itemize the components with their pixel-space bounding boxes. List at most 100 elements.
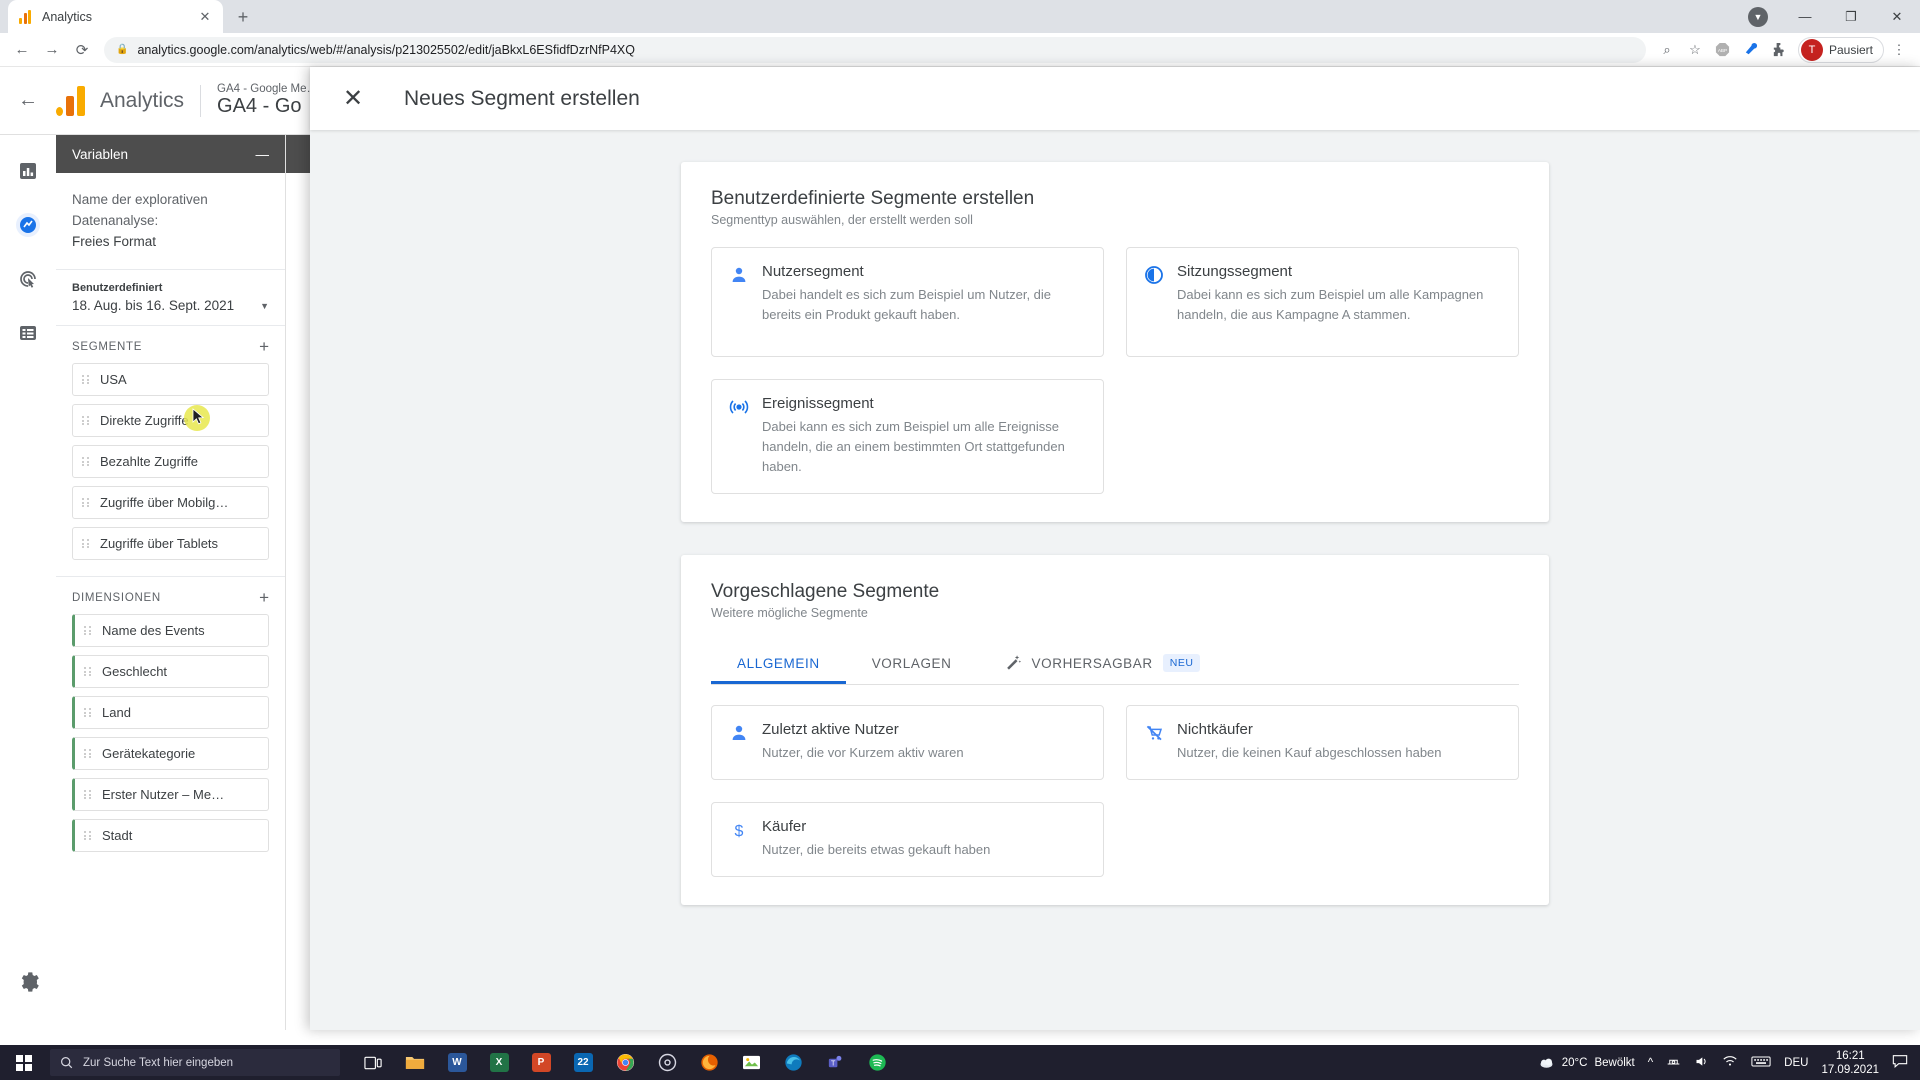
- drag-handle-icon[interactable]: [84, 790, 93, 799]
- icon-rail: [0, 135, 56, 1030]
- drag-handle-icon[interactable]: [82, 539, 91, 548]
- dimension-chip[interactable]: Gerätekategorie: [72, 737, 269, 770]
- notification-icon[interactable]: [1892, 1054, 1908, 1071]
- excel-icon[interactable]: X: [480, 1046, 518, 1079]
- window-close-button[interactable]: ✕: [1874, 0, 1920, 33]
- disc-icon[interactable]: [648, 1046, 686, 1079]
- address-bar-url: analytics.google.com/analytics/web/#/ana…: [137, 42, 635, 57]
- tab-vorlagen[interactable]: VORLAGEN: [846, 642, 978, 684]
- mail-icon[interactable]: 22: [564, 1046, 602, 1079]
- teams-icon[interactable]: T: [816, 1046, 854, 1079]
- new-tab-button[interactable]: +: [229, 3, 257, 31]
- segment-chip[interactable]: Zugriffe über Mobilg…: [72, 486, 269, 519]
- browser-menu-icon[interactable]: ⋮: [1886, 37, 1912, 63]
- segment-type-tile[interactable]: Zuletzt aktive Nutzer Nutzer, die vor Kur…: [711, 705, 1104, 780]
- app-back-button[interactable]: ←: [0, 89, 56, 112]
- keyboard-icon[interactable]: [1751, 1055, 1771, 1071]
- powerpoint-icon[interactable]: P: [522, 1046, 560, 1079]
- back-button[interactable]: ←: [8, 36, 36, 64]
- dimension-chip[interactable]: Name des Events: [72, 614, 269, 647]
- bookmark-star-icon[interactable]: ☆: [1682, 37, 1708, 63]
- word-icon[interactable]: W: [438, 1046, 476, 1079]
- drag-handle-icon[interactable]: [84, 749, 93, 758]
- chevron-up-icon[interactable]: ^: [1648, 1057, 1653, 1069]
- network-icon[interactable]: [1722, 1054, 1738, 1071]
- tab-vorhersagbar[interactable]: VORHERSAGBAR NEU: [978, 642, 1227, 684]
- tab-close-icon[interactable]: ✕: [197, 9, 213, 25]
- dimension-chip[interactable]: Erster Nutzer – Me…: [72, 778, 269, 811]
- variables-collapse-button[interactable]: —: [256, 147, 270, 162]
- segment-chip[interactable]: Direkte Zugriffe: [72, 404, 269, 437]
- dimension-chip[interactable]: Stadt: [72, 819, 269, 852]
- forward-button[interactable]: →: [38, 36, 66, 64]
- custom-segments-subtitle: Segmenttyp auswählen, der erstellt werde…: [711, 213, 973, 227]
- window-minimize-button[interactable]: —: [1782, 0, 1828, 33]
- file-explorer-icon[interactable]: [396, 1046, 434, 1079]
- add-segment-button[interactable]: +: [259, 338, 269, 355]
- tile-title: Sitzungssegment: [1177, 263, 1293, 280]
- drag-handle-icon[interactable]: [82, 416, 91, 425]
- lock-icon: 🔒: [116, 44, 129, 55]
- date-range-selector[interactable]: Benutzerdefiniert 18. Aug. bis 16. Sept.…: [56, 270, 285, 326]
- chrome-icon[interactable]: [606, 1046, 644, 1079]
- clock-date: 17.09.2021: [1821, 1063, 1879, 1076]
- window-maximize-button[interactable]: ❐: [1828, 0, 1874, 33]
- segment-type-tile[interactable]: Nutzersegment Dabei handelt es sich zum B…: [711, 247, 1104, 357]
- drag-handle-icon[interactable]: [84, 626, 93, 635]
- modal-content[interactable]: Benutzerdefinierte Segmente erstellen Se…: [310, 130, 1920, 1030]
- spotify-icon[interactable]: [858, 1046, 896, 1079]
- modal-title: Neues Segment erstellen: [404, 86, 640, 110]
- photos-icon[interactable]: [732, 1046, 770, 1079]
- address-bar[interactable]: 🔒 analytics.google.com/analytics/web/#/a…: [104, 36, 1646, 63]
- drag-handle-icon[interactable]: [84, 831, 93, 840]
- analysis-name-block[interactable]: Name der explorativen Datenanalyse: Frei…: [56, 173, 285, 270]
- add-dimension-button[interactable]: +: [259, 589, 269, 606]
- start-icon[interactable]: [0, 1045, 48, 1080]
- language-indicator[interactable]: DEU: [1784, 1057, 1808, 1069]
- segment-type-tile[interactable]: Ereignissegment Dabei kann es sich zum Be…: [711, 379, 1104, 494]
- drag-handle-icon[interactable]: [82, 457, 91, 466]
- segment-type-tile[interactable]: Nichtkäufer Nutzer, die keinen Kauf abges…: [1126, 705, 1519, 780]
- admin-gear-icon[interactable]: [14, 968, 42, 996]
- tile-description: Nutzer, die bereits etwas gekauft haben: [762, 842, 991, 857]
- zoom-icon[interactable]: ⌕: [1654, 37, 1680, 63]
- reports-icon[interactable]: [14, 157, 42, 185]
- onedrive-icon[interactable]: [1666, 1054, 1681, 1072]
- segment-chip[interactable]: Bezahlte Zugriffe: [72, 445, 269, 478]
- extensions-puzzle-icon[interactable]: [1766, 37, 1792, 63]
- dimension-chip[interactable]: Land: [72, 696, 269, 729]
- segment-chip[interactable]: Zugriffe über Tablets: [72, 527, 269, 560]
- close-icon[interactable]: ✕: [340, 86, 366, 111]
- taskbar-search-input[interactable]: Zur Suche Text hier eingeben: [50, 1049, 340, 1076]
- firefox-icon[interactable]: [690, 1046, 728, 1079]
- segment-type-tile[interactable]: Sitzungssegment Dabei kann es sich zum Be…: [1126, 247, 1519, 357]
- segment-type-tile[interactable]: $ Käufer Nutzer, die bereits etwas gekauft…: [711, 802, 1104, 877]
- weather-widget[interactable]: 20°C Bewölkt: [1538, 1054, 1635, 1071]
- drag-handle-icon[interactable]: [82, 375, 91, 384]
- explore-icon[interactable]: [14, 211, 42, 239]
- tile-description: Dabei kann es sich zum Beispiel um alle …: [762, 419, 1065, 474]
- profile-chip[interactable]: T Pausiert: [1797, 36, 1884, 63]
- browser-tab[interactable]: Analytics ✕: [8, 0, 223, 33]
- extension-blue-icon[interactable]: [1738, 37, 1764, 63]
- person-icon: [728, 722, 750, 744]
- drag-handle-icon[interactable]: [82, 498, 91, 507]
- task-view-icon[interactable]: [354, 1046, 392, 1079]
- dimension-chip[interactable]: Geschlecht: [72, 655, 269, 688]
- drag-handle-icon[interactable]: [84, 667, 93, 676]
- drag-handle-icon[interactable]: [84, 708, 93, 717]
- edge-icon[interactable]: [774, 1046, 812, 1079]
- chevron-down-icon[interactable]: ▼: [260, 301, 269, 311]
- adblock-icon[interactable]: ABP: [1710, 37, 1736, 63]
- dimensions-section: DIMENSIONEN + Name des Events Geschlecht L…: [56, 577, 285, 868]
- property-selector[interactable]: GA4 - Google Me… GA4 - Go: [217, 83, 318, 118]
- advertising-icon[interactable]: [14, 265, 42, 293]
- clock[interactable]: 16:21 17.09.2021: [1821, 1049, 1879, 1077]
- tab-allgemein[interactable]: ALLGEMEIN: [711, 642, 846, 684]
- dimension-chip-label: Land: [102, 705, 131, 720]
- volume-icon[interactable]: [1694, 1054, 1709, 1072]
- dimension-chip-label: Geschlecht: [102, 664, 168, 679]
- reload-button[interactable]: ⟳: [68, 36, 96, 64]
- segment-chip[interactable]: USA: [72, 363, 269, 396]
- configure-icon[interactable]: [14, 319, 42, 347]
